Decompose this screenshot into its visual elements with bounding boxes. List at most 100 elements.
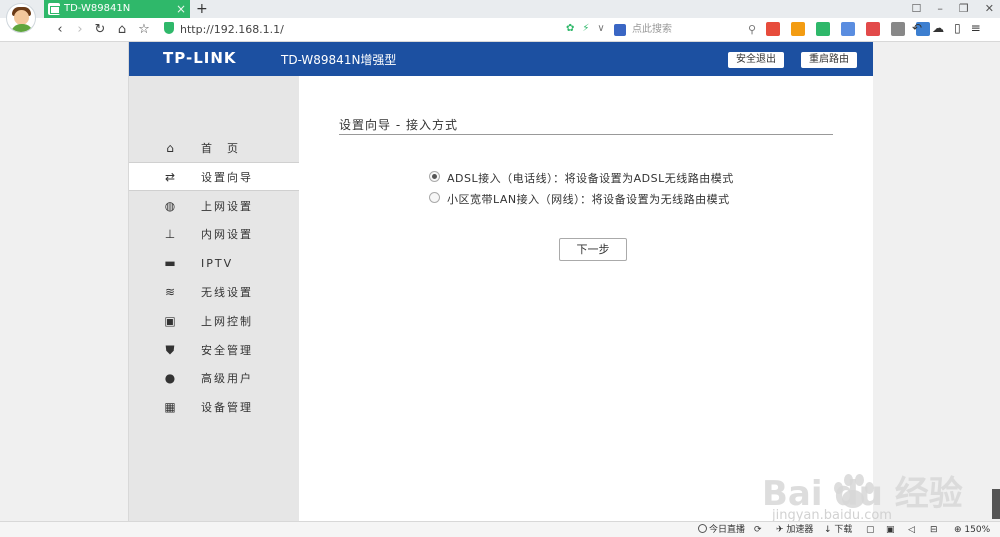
live-status[interactable]: 今日直播 — [698, 524, 745, 536]
adsl-option-label[interactable]: ADSL接入（电话线）：将设备设置为ADSL无线路由模式 — [447, 170, 734, 186]
sidebar-item-home[interactable]: ⌂ 首 页 — [129, 134, 299, 163]
download-status[interactable]: ↓ 下载 — [824, 524, 852, 536]
grid-icon: ▦ — [164, 400, 176, 414]
speaker-icon[interactable]: ◁ — [908, 524, 915, 536]
scrollbar-thumb[interactable] — [992, 489, 1000, 519]
window-close-icon[interactable]: ✕ — [985, 2, 994, 15]
speed-bolt-icon[interactable]: ⚡ — [582, 23, 589, 34]
router-admin-panel: TP-LINK TD-W89841N增强型 安全退出 重启路由 ⌂ 首 页 ⇄ … — [128, 42, 873, 521]
extension-flower-icon[interactable]: ✿ — [566, 23, 574, 34]
cloud-icon[interactable]: ☁ — [932, 21, 944, 35]
baidu-paw-icon — [830, 472, 876, 512]
lan-radio[interactable] — [429, 192, 440, 203]
sidebar-item-setup-wizard[interactable]: ⇄ 设置向导 — [129, 162, 299, 191]
play-icon — [698, 524, 707, 533]
window-maximize-icon[interactable]: ❐ — [959, 2, 969, 15]
next-step-button[interactable]: 下一步 — [559, 238, 627, 261]
browser-statusbar: 今日直播 ⟳ ✈ 加速器 ↓ 下载 ▢ ▣ ◁ ⊟ ⊕ 150% — [0, 521, 1000, 537]
menu-icon[interactable]: ≡ — [971, 21, 981, 35]
search-icon[interactable]: ⚲ — [748, 22, 756, 38]
window-restore-icon[interactable]: ☐ — [912, 2, 922, 15]
sidebar-item-label: 上网控制 — [201, 315, 253, 328]
globe-icon: ◍ — [164, 199, 176, 213]
wizard-content: 设置向导 - 接入方式 ADSL接入（电话线）：将设备设置为ADSL无线路由模式… — [299, 76, 873, 521]
extension-shield-icon[interactable] — [816, 22, 830, 36]
browser-tab-active[interactable]: TD-W89841N × — [44, 0, 190, 18]
browser-right-icons: ↶ ☁ ▯ ≡ — [912, 21, 981, 35]
bookmark-star-icon[interactable]: ☆ — [136, 21, 152, 39]
sidebar-item-advanced-user[interactable]: ● 高级用户 — [129, 364, 299, 393]
window-controls: ☐ – ❐ ✕ — [912, 2, 994, 15]
sidebar-item-label: 内网设置 — [201, 228, 253, 241]
lan-option-label[interactable]: 小区宽带LAN接入（网线）：将设备设置为无线路由模式 — [447, 191, 730, 207]
extension-icons — [766, 22, 930, 36]
user-avatar[interactable] — [6, 3, 36, 33]
logout-button[interactable]: 安全退出 — [728, 52, 784, 68]
router-model: TD-W89841N增强型 — [281, 53, 397, 67]
search-engine-icon[interactable] — [614, 24, 626, 36]
sidebar-item-label: 设备管理 — [201, 401, 253, 414]
home-icon: ⌂ — [166, 141, 174, 155]
network-icon: ⊥ — [164, 227, 176, 241]
sidebar-item-security[interactable]: ⛊ 安全管理 — [129, 336, 299, 365]
address-bar-actions: ✿ ⚡ ∨ — [566, 23, 605, 34]
extension-red-icon[interactable] — [766, 22, 780, 36]
accelerator-label: 加速器 — [786, 525, 814, 535]
home-icon[interactable]: ⌂ — [114, 21, 130, 39]
reload-icon[interactable]: ↻ — [92, 21, 108, 39]
address-bar-url[interactable]: http://192.168.1.1/ — [180, 21, 284, 39]
sidebar-item-label: 设置向导 — [201, 171, 253, 184]
title-divider — [339, 134, 833, 135]
page-title: 设置向导 - 接入方式 — [339, 118, 458, 132]
tp-link-logo: TP-LINK — [163, 49, 237, 67]
adsl-radio[interactable] — [429, 171, 440, 182]
extension-translate-icon[interactable] — [866, 22, 880, 36]
sidebar-item-wireless[interactable]: ≋ 无线设置 — [129, 278, 299, 307]
new-tab-button[interactable]: + — [196, 0, 208, 18]
reboot-button[interactable]: 重启路由 — [801, 52, 857, 68]
image-icon[interactable]: ▣ — [886, 524, 895, 536]
tab-close-icon[interactable]: × — [176, 0, 186, 18]
tv-icon: ▬ — [164, 256, 176, 270]
zoom-level[interactable]: ⊕ 150% — [954, 524, 990, 536]
sidebar-item-iptv[interactable]: ▬ IPTV — [129, 249, 299, 278]
sidebar-item-device-management[interactable]: ▦ 设备管理 — [129, 393, 299, 422]
tab-title: TD-W89841N — [64, 3, 131, 14]
phone-icon[interactable]: ▯ — [954, 21, 961, 35]
window-minimize-icon[interactable]: – — [937, 2, 943, 15]
extension-blue-icon[interactable] — [841, 22, 855, 36]
exchange-arrows-icon: ⇄ — [164, 170, 176, 184]
secure-shield-icon — [164, 22, 174, 34]
undo-icon[interactable]: ↶ — [912, 21, 922, 35]
dual-window-icon[interactable]: ⊟ — [930, 524, 938, 536]
sidebar-item-lan[interactable]: ⊥ 内网设置 — [129, 220, 299, 249]
avatar-body — [11, 24, 33, 32]
forward-icon[interactable]: › — [72, 21, 88, 39]
router-header: TP-LINK TD-W89841N增强型 安全退出 重启路由 — [129, 42, 873, 76]
sidebar-menu: ⌂ 首 页 ⇄ 设置向导 ◍ 上网设置 ⊥ 内网设置 ▬ IPTV ≋ 无线设置 — [129, 76, 299, 521]
address-dropdown-icon[interactable]: ∨ — [597, 23, 604, 34]
extension-scissors-icon[interactable] — [891, 22, 905, 36]
sidebar-item-label: 上网设置 — [201, 200, 253, 213]
download-label: 下载 — [834, 525, 853, 535]
screenshot-icon[interactable]: ▢ — [866, 524, 875, 536]
sidebar-item-label: 安全管理 — [201, 344, 253, 357]
user-icon: ● — [164, 371, 176, 385]
extension-orange-icon[interactable] — [791, 22, 805, 36]
zoom-value: 150% — [964, 525, 991, 535]
sidebar-item-label: 首 页 — [201, 142, 240, 155]
search-placeholder: 点此搜索 — [632, 24, 672, 35]
sidebar-item-access-control[interactable]: ▣ 上网控制 — [129, 307, 299, 336]
page-viewport: TP-LINK TD-W89841N增强型 安全退出 重启路由 ⌂ 首 页 ⇄ … — [0, 42, 1000, 523]
search-input[interactable]: 点此搜索 ⚲ — [614, 22, 756, 38]
sidebar-item-internet[interactable]: ◍ 上网设置 — [129, 192, 299, 221]
refresh-status-icon[interactable]: ⟳ — [754, 524, 762, 536]
sidebar-item-label: IPTV — [201, 257, 234, 270]
avatar-face — [14, 10, 29, 25]
sidebar-item-label: 高级用户 — [201, 372, 253, 385]
sidebar-item-label: 无线设置 — [201, 286, 253, 299]
browser-toolbar: ‹ › ↻ ⌂ ☆ http://192.168.1.1/ ✿ ⚡ ∨ 点此搜索… — [0, 18, 1000, 42]
accelerator-status[interactable]: ✈ 加速器 — [776, 524, 813, 536]
back-icon[interactable]: ‹ — [52, 21, 68, 39]
wifi-icon: ≋ — [164, 285, 176, 299]
